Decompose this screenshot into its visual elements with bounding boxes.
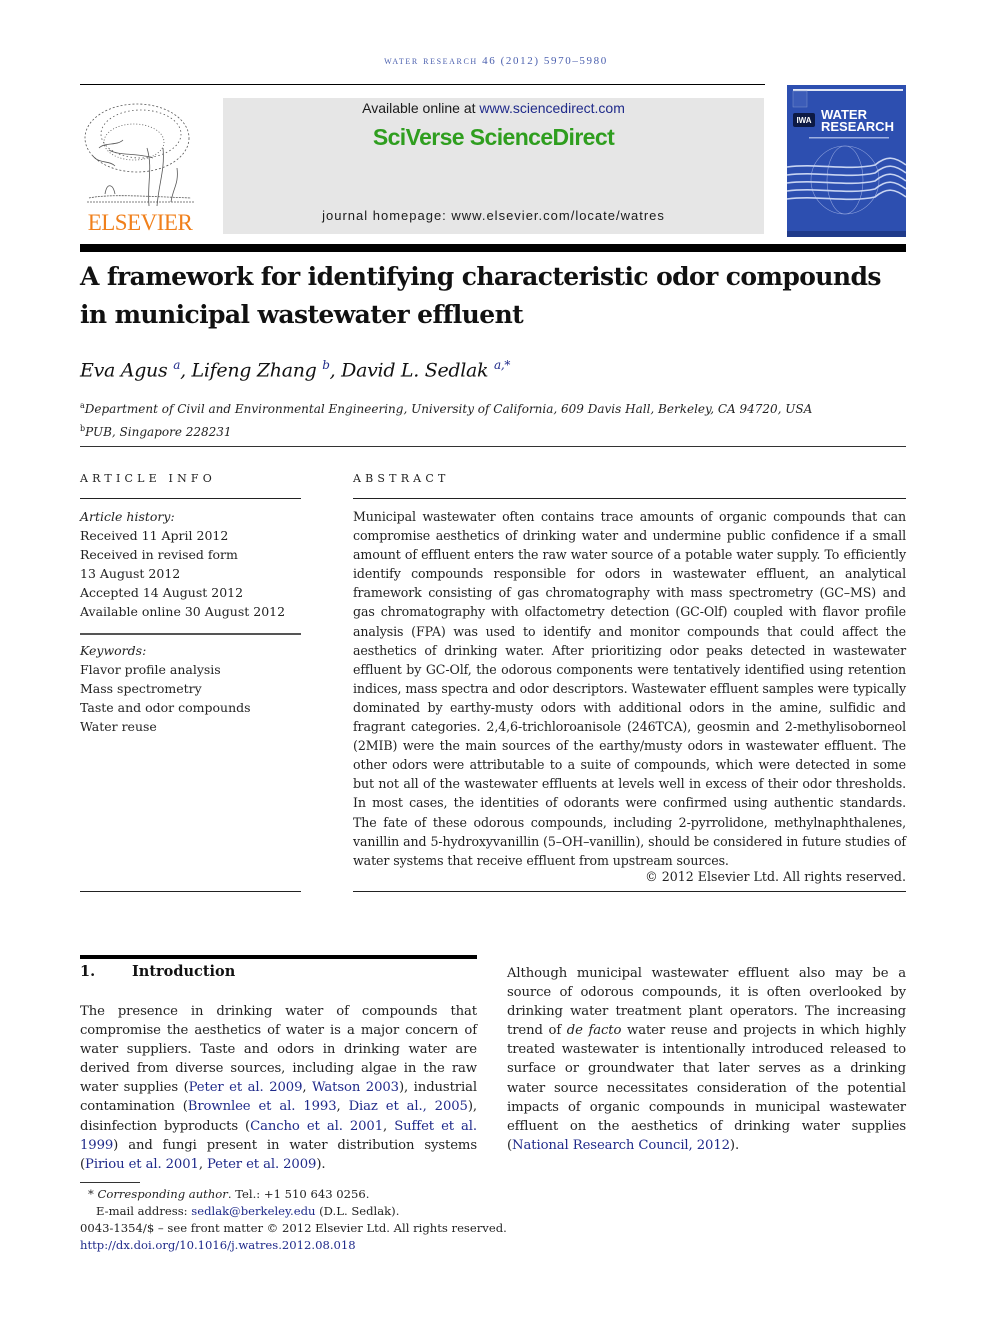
corresponding-author-tel: . Tel.: +1 510 643 0256. (227, 1187, 370, 1201)
keyword-item: Mass spectrometry (80, 681, 202, 696)
affiliation-text: PUB, Singapore 228231 (85, 425, 232, 439)
keywords-list: Flavor profile analysis Mass spectrometry… (80, 660, 310, 736)
author-list: Eva Agus a, Lifeng Zhang b, David L. Sed… (80, 358, 511, 382)
keyword-item: Taste and odor compounds (80, 700, 251, 715)
available-online-text: Available online at www.sciencedirect.co… (223, 100, 764, 116)
journal-citation: WATER RESEARCH 46 (2012) 5970–5980 (384, 55, 608, 67)
affiliation-text: Department of Civil and Environmental En… (84, 402, 813, 416)
sciencedirect-link[interactable]: www.sciencedirect.com (479, 100, 625, 116)
email-suffix: (D.L. Sedlak). (315, 1204, 400, 1218)
article-history-item: Accepted 14 August 2012 (80, 585, 244, 600)
affiliation-item: bPUB, Singapore 228231 (80, 419, 910, 442)
citation-link[interactable]: Watson 2003 (312, 1080, 399, 1095)
email-note: E-mail address: sedlak@berkeley.edu (D.L… (80, 1203, 560, 1220)
available-online-label: Available online at (362, 100, 480, 116)
citation-link[interactable]: Brownlee et al. 1993 (188, 1099, 337, 1114)
section-heading-introduction: 1. Introduction (80, 963, 235, 980)
article-history-item: Received in revised form (80, 547, 238, 562)
paragraph-text: ). (316, 1156, 326, 1172)
abstract-heading: ABSTRACT (353, 472, 450, 485)
corresponding-author-label: Corresponding author (97, 1187, 228, 1201)
article-history: Article history: Received 11 April 2012 R… (80, 507, 310, 621)
italic-text: de facto (566, 1023, 622, 1039)
intro-paragraph-1: The presence in drinking water of compou… (80, 1002, 477, 1174)
paragraph-text: water reuse and projects in which highly… (507, 1023, 906, 1153)
citation-link[interactable]: National Research Council, 2012 (512, 1138, 730, 1153)
section-number: 1. (80, 963, 96, 980)
paragraph-text: , (302, 1080, 313, 1096)
section-title: Introduction (132, 963, 236, 980)
header-thick-rule (80, 244, 906, 252)
citation-link[interactable]: Peter et al. 2009 (189, 1080, 303, 1095)
abstract-rule (353, 498, 906, 499)
paragraph-text: ). (729, 1137, 740, 1153)
article-history-item: Received 11 April 2012 (80, 528, 229, 543)
journal-cover-image: IWA WATER RESEARCH (787, 85, 906, 237)
footnotes: * Corresponding author. Tel.: +1 510 643… (80, 1186, 560, 1254)
article-info-rule (80, 891, 301, 892)
cover-title-line2: RESEARCH (821, 119, 894, 134)
author-name[interactable]: David L. Sedlak (341, 359, 488, 381)
cover-iwa-badge: IWA (796, 116, 811, 125)
paragraph-text: , (383, 1118, 395, 1134)
section-rule (80, 955, 477, 959)
email-label: E-mail address: (96, 1204, 192, 1218)
keyword-item: Flavor profile analysis (80, 662, 221, 677)
author-name[interactable]: Lifeng Zhang (192, 359, 317, 381)
citation-link[interactable]: Piriou et al. 2001 (85, 1157, 199, 1172)
footnote-rule (80, 1182, 140, 1183)
header-rule (80, 84, 765, 85)
affiliation-mark[interactable]: a,* (494, 358, 510, 372)
citation-link[interactable]: Cancho et al. 2001 (250, 1119, 383, 1134)
email-link[interactable]: sedlak@berkeley.edu (191, 1204, 315, 1218)
paragraph-text: , (336, 1099, 349, 1115)
sciencedirect-banner: Available online at www.sciencedirect.co… (223, 98, 764, 234)
title-divider (80, 446, 906, 447)
article-history-item: 13 August 2012 (80, 566, 181, 581)
article-info-rule (80, 498, 301, 499)
keywords-block: Keywords: Flavor profile analysis Mass sp… (80, 641, 310, 736)
affiliations: aDepartment of Civil and Environmental E… (80, 396, 910, 442)
article-history-label: Article history: (80, 509, 175, 524)
article-info-heading: ARTICLE INFO (80, 472, 216, 485)
author-name[interactable]: Eva Agus (80, 359, 168, 381)
article-info-rule (80, 633, 301, 635)
article-history-list: Received 11 April 2012 Received in revise… (80, 526, 310, 621)
citation-link[interactable]: Diaz et al., 2005 (349, 1099, 468, 1114)
keyword-item: Water reuse (80, 719, 157, 734)
article-history-item: Available online 30 August 2012 (80, 604, 286, 619)
front-matter-note: 0043-1354/$ – see front matter © 2012 El… (80, 1221, 507, 1235)
abstract-rule (353, 891, 906, 892)
article-title: A framework for identifying characterist… (80, 262, 881, 329)
footnote-mark: * (88, 1187, 94, 1201)
doi-link[interactable]: http://dx.doi.org/10.1016/j.watres.2012.… (80, 1238, 356, 1252)
abstract-text: Municipal wastewater often contains trac… (353, 509, 906, 868)
journal-homepage-link[interactable]: journal homepage: www.elsevier.com/locat… (223, 208, 764, 223)
elsevier-wordmark: ELSEVIER (87, 210, 193, 235)
abstract-copyright: © 2012 Elsevier Ltd. All rights reserved… (645, 869, 906, 884)
citation-link[interactable]: Peter et al. 2009 (207, 1157, 316, 1172)
corresponding-author-note: * Corresponding author. Tel.: +1 510 643… (80, 1186, 560, 1203)
affiliation-mark[interactable]: b (322, 358, 330, 372)
affiliation-mark[interactable]: a (173, 358, 180, 372)
sciverse-sciencedirect-logo: SciVerse ScienceDirect (372, 124, 615, 150)
paragraph-text: , (198, 1156, 207, 1172)
intro-paragraph-2: Although municipal wastewater effluent a… (507, 964, 906, 1155)
affiliation-item: aDepartment of Civil and Environmental E… (80, 396, 910, 419)
keywords-label: Keywords: (80, 643, 147, 658)
